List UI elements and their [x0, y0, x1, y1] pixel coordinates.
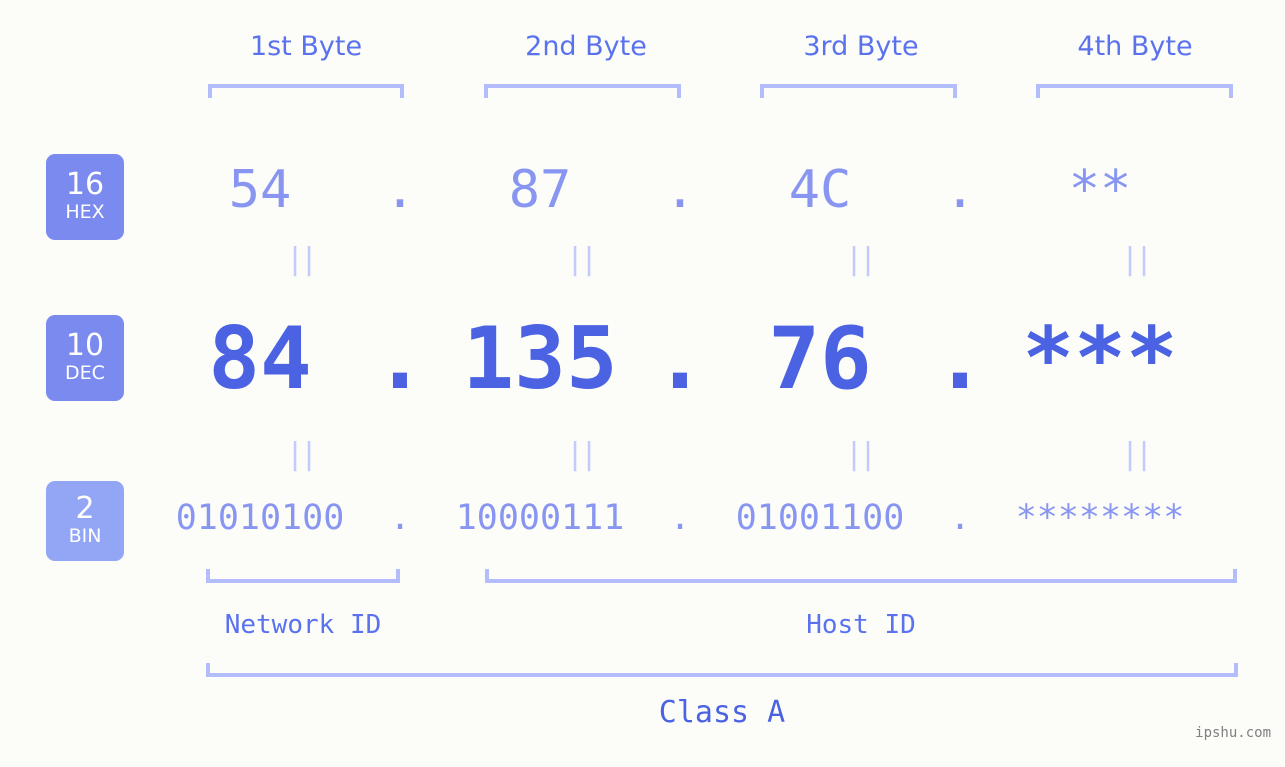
byte-bracket-2 — [484, 84, 681, 98]
bin-byte-4: ******** — [1015, 498, 1185, 538]
hex-byte-4: ** — [1068, 160, 1132, 220]
equals-mark-hex-dec-4: || — [1120, 242, 1153, 277]
dec-separator-1: . — [374, 309, 426, 409]
byte-header-4: 4th Byte — [1077, 31, 1193, 62]
bin-value-row: 01010100 . 10000111 . 01001100 . *******… — [150, 487, 1270, 549]
site-watermark: ipshu.com — [1195, 725, 1271, 741]
bin-byte-1: 01010100 — [175, 498, 345, 538]
dec-byte-1: 84 — [208, 309, 312, 409]
bin-separator-1: . — [389, 498, 411, 538]
hex-separator-1: . — [384, 160, 416, 220]
dec-byte-2: 135 — [462, 309, 618, 409]
hex-separator-3: . — [944, 160, 976, 220]
host-id-bracket — [485, 569, 1237, 583]
equals-mark-dec-bin-3: || — [844, 437, 877, 472]
byte-header-1: 1st Byte — [249, 31, 363, 62]
class-label: Class A — [658, 695, 786, 730]
hex-byte-2: 87 — [508, 160, 572, 220]
bin-byte-3: 01001100 — [735, 498, 905, 538]
hex-separator-2: . — [664, 160, 696, 220]
bin-byte-2: 10000111 — [455, 498, 625, 538]
radix-badge-dec-name: DEC — [65, 361, 105, 384]
radix-badge-dec: 10 DEC — [46, 315, 124, 401]
dec-byte-4: *** — [1022, 309, 1178, 409]
class-bracket — [206, 663, 1238, 677]
byte-bracket-3 — [760, 84, 957, 98]
byte-header-3: 3rd Byte — [803, 31, 919, 62]
dec-separator-3: . — [934, 309, 986, 409]
radix-badge-hex: 16 HEX — [46, 154, 124, 240]
dec-separator-2: . — [654, 309, 706, 409]
radix-badge-dec-base: 10 — [65, 328, 105, 364]
equals-mark-dec-bin-1: || — [285, 437, 318, 472]
byte-bracket-4 — [1036, 84, 1233, 98]
equals-mark-hex-dec-3: || — [844, 242, 877, 277]
equals-mark-hex-dec-1: || — [285, 242, 318, 277]
network-id-bracket — [206, 569, 400, 583]
radix-badge-hex-base: 16 — [65, 167, 105, 203]
ip-byte-diagram: 1st Byte 2nd Byte 3rd Byte 4th Byte 16 H… — [0, 0, 1285, 767]
network-id-label: Network ID — [224, 610, 382, 640]
hex-byte-3: 4C — [788, 160, 852, 220]
equals-mark-hex-dec-2: || — [565, 242, 598, 277]
dec-byte-3: 76 — [768, 309, 872, 409]
hex-value-row: 54 . 87 . 4C . ** — [150, 145, 1270, 235]
bin-separator-3: . — [949, 498, 971, 538]
radix-badge-bin-name: BIN — [68, 524, 102, 547]
radix-badge-bin: 2 BIN — [46, 481, 124, 561]
hex-byte-1: 54 — [228, 160, 292, 220]
radix-badge-hex-name: HEX — [65, 200, 105, 223]
equals-mark-dec-bin-2: || — [565, 437, 598, 472]
dec-value-row: 84 . 135 . 76 . *** — [150, 300, 1270, 418]
host-id-label: Host ID — [806, 610, 916, 640]
radix-badge-bin-base: 2 — [75, 491, 95, 527]
byte-bracket-1 — [208, 84, 404, 98]
byte-header-2: 2nd Byte — [525, 31, 647, 62]
bin-separator-2: . — [669, 498, 691, 538]
equals-mark-dec-bin-4: || — [1120, 437, 1153, 472]
